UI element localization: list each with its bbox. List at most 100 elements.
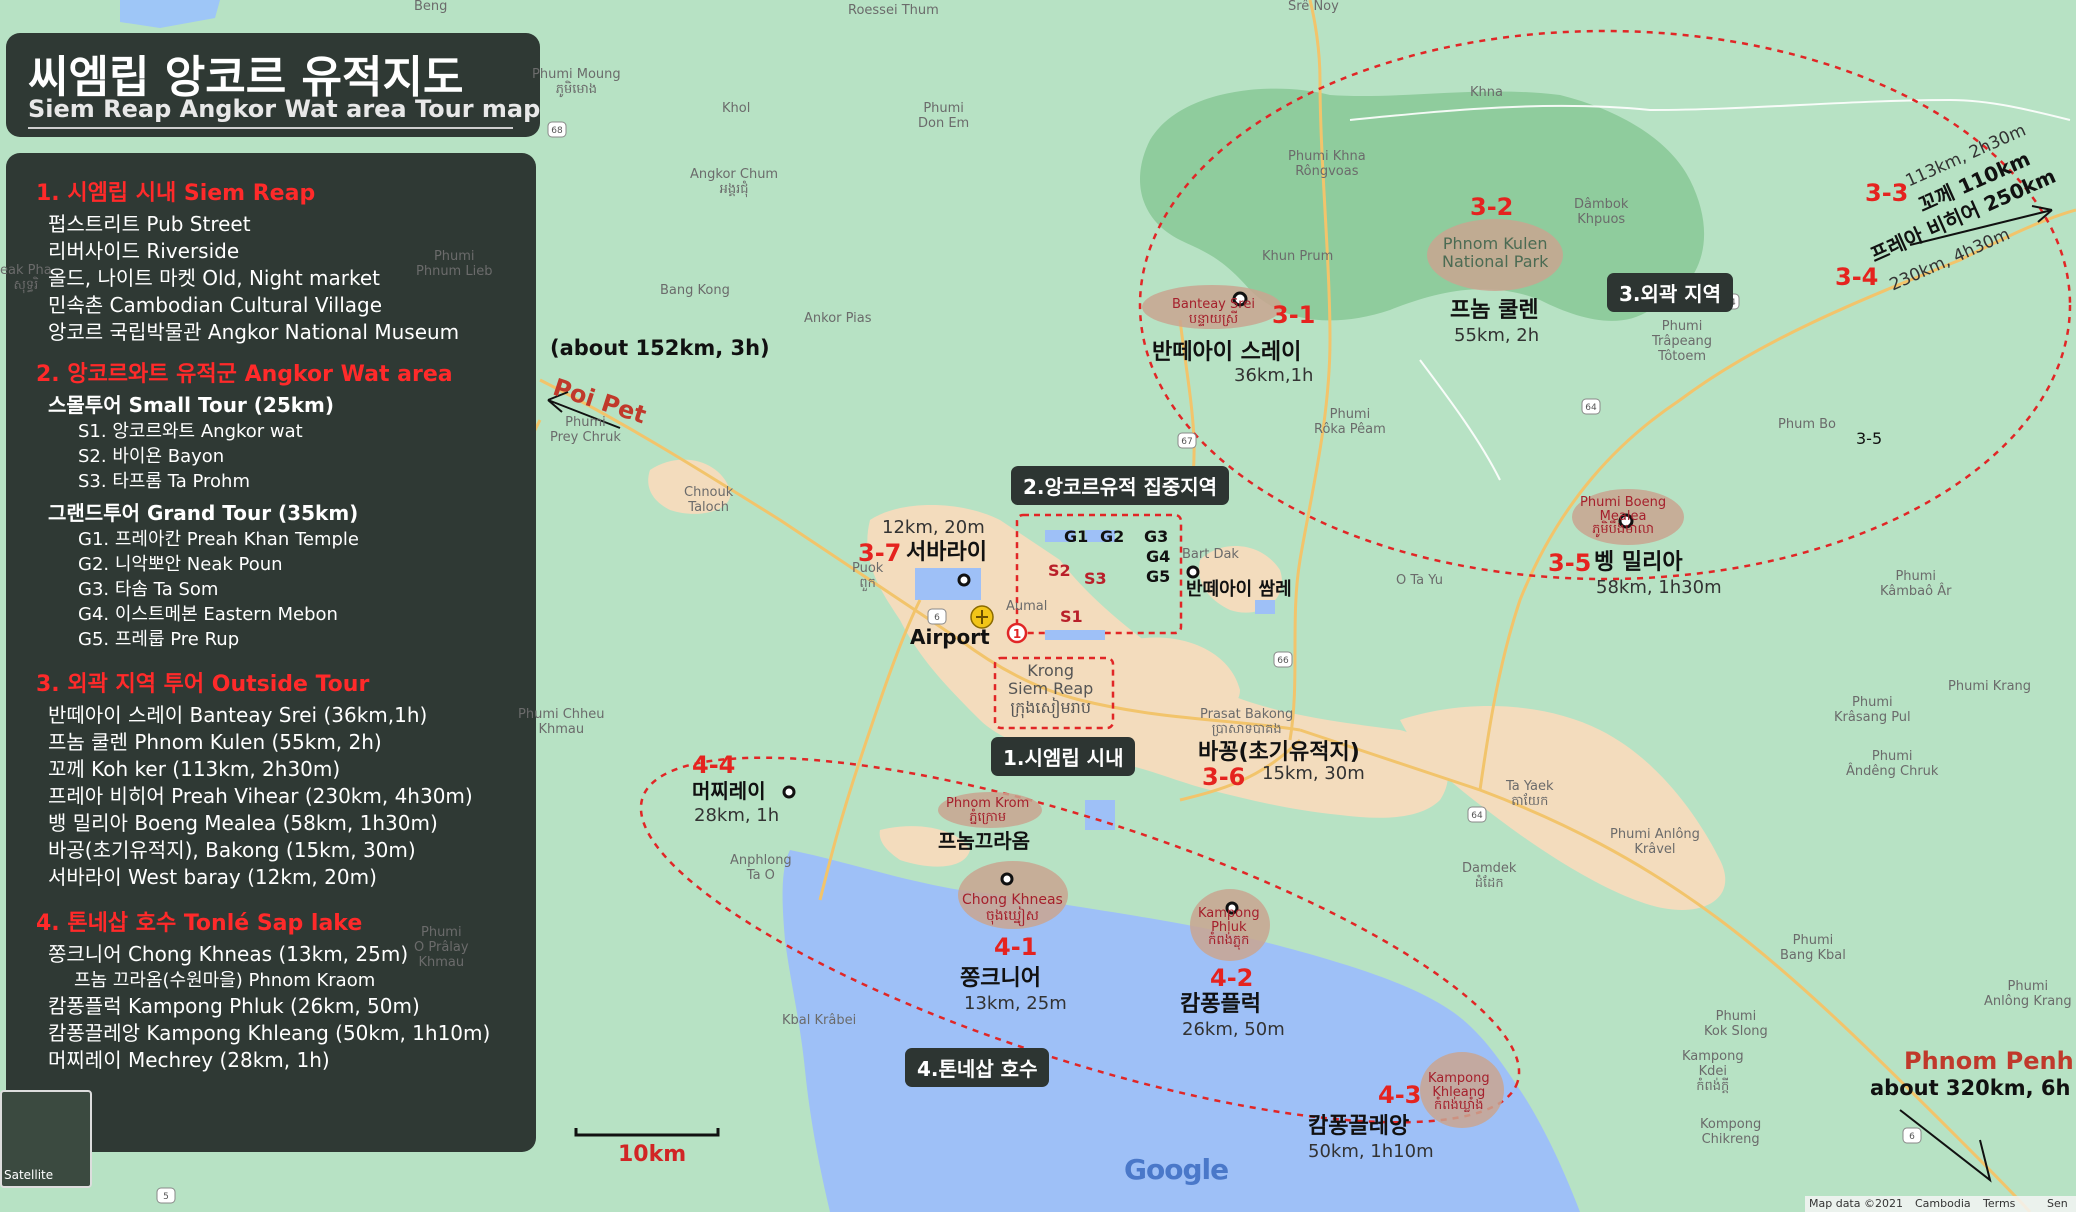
place-label: Phumi Trâpeang Tôtoem: [1652, 319, 1713, 364]
attribution-mapdata: Map data ©2021: [1809, 1197, 1903, 1210]
poipet-distance: (about 152km, 3h): [550, 336, 770, 360]
place-label: Phumi Don Em: [918, 101, 970, 131]
place-label: Khun Prum: [1262, 249, 1334, 264]
place-label: Phumi Anlông Krâvel: [1610, 827, 1700, 857]
place-label: Roessei Thum: [848, 3, 939, 18]
legend-item: 꼬께 Koh ker (113km, 2h30m): [48, 757, 341, 781]
legend-item: 머찌레이 Mechrey (28km, 1h): [48, 1048, 330, 1072]
legend-item: S1. 앙코르와트 Angkor wat: [78, 421, 303, 442]
place-label: Anphlong Ta O: [730, 853, 792, 883]
kampong-phluk-map-label: Kampong Phluk កំពង់ភ្លុក: [1198, 906, 1260, 949]
google-logo: Google: [1124, 1153, 1229, 1186]
phnom-kulen-name: 프놈 쿨렌: [1450, 298, 1539, 323]
place-label: Aumal: [1006, 599, 1048, 614]
legend-heading-siem-reap: 1. 시엠립 시내 Siem Reap: [36, 181, 316, 206]
legend-item: 바공(초기유적지), Bakong (15km, 30m): [48, 838, 416, 862]
legend-item: 앙코르 국립박물관 Angkor National Museum: [48, 320, 460, 344]
temple-code: G1: [1064, 527, 1089, 546]
banteay-srei-map-label: Banteay Srei បន្ទាយស្រី: [1172, 297, 1255, 327]
road-shield: 5: [156, 1187, 176, 1204]
place-label: Kbal Krâbei: [782, 1013, 857, 1028]
place-label: Phumi Kâmbaô Âr: [1880, 569, 1952, 599]
site-3-6-number: 3-6: [1202, 763, 1246, 791]
svg-text:66: 66: [1277, 656, 1289, 666]
legend-item: 프놈 끄라옴(수원마을) Phnom Kraom: [74, 970, 376, 991]
beng-mealea-name: 벵 밀리아: [1594, 550, 1683, 575]
site-3-3-number: 3-3: [1865, 179, 1909, 207]
place-label: Srê Noy: [1288, 0, 1339, 14]
road-shield: 64: [1467, 806, 1487, 823]
place-label: Phum Bo: [1778, 417, 1836, 432]
legend-item: 반떼아이 스레이 Banteay Srei (36km,1h): [48, 703, 428, 727]
place-label: Kompong Chikreng: [1700, 1117, 1762, 1147]
temple-code: G3: [1144, 527, 1169, 546]
place-label: Phumi Rôka Pêam: [1314, 407, 1386, 437]
legend-heading-angkor: 2. 앙코르와트 유적군 Angkor Wat area: [36, 362, 453, 387]
legend-item: 프놈 쿨렌 Phnom Kulen (55km, 2h): [48, 730, 382, 754]
legend-item: 서바라이 West baray (12km, 20m): [48, 865, 377, 889]
svg-text:5: 5: [163, 1192, 169, 1202]
place-label: Bart Dak: [1182, 547, 1239, 562]
phnom-penh-distance: about 320km, 6h: [1870, 1076, 2071, 1100]
road-shield: 64: [1581, 398, 1601, 415]
attribution-terms[interactable]: Terms: [1983, 1197, 2015, 1210]
svg-text:64: 64: [1585, 403, 1597, 413]
place-label: Beng: [414, 0, 448, 14]
banteay-srei-dist: 36km,1h: [1234, 365, 1314, 386]
banteay-samre-dot: [1186, 565, 1200, 579]
place-label: Angkor Chum អង្គរជុំ: [690, 167, 779, 197]
legend-item: 민속촌 Cambodian Cultural Village: [48, 293, 383, 317]
attribution-bar: Map data ©2021 Cambodia Terms Sen: [1805, 1196, 2076, 1212]
road-shield: 66: [1273, 651, 1293, 668]
site-3-5-number: 3-5: [1548, 549, 1592, 577]
place-label: Phumi Prey Chruk: [550, 415, 621, 445]
legend-item: 뱅 밀리아 Boeng Mealea (58km, 1h30m): [48, 811, 438, 835]
phnom-penh-name: Phnom Penh: [1904, 1047, 2074, 1075]
place-label: Phumi Krang: [1948, 679, 2032, 694]
region-tag-siem-reap: 1.시엠립 시내: [991, 737, 1136, 776]
beng-mealea-map-label: Phumi Boeng Mealea ភូមិបឹងមាលា: [1580, 495, 1667, 538]
place-label: Phumi Ândêng Chruk: [1846, 749, 1939, 779]
legend-item: S2. 바이욘 Bayon: [78, 446, 225, 467]
svg-text:6: 6: [934, 613, 940, 623]
kampong-khleang-map-label: Kampong Khleang កំពង់ឃ្លាំង: [1428, 1071, 1490, 1114]
satellite-toggle[interactable]: Satellite: [0, 1090, 92, 1188]
region-tag-outside: 3.외곽 지역: [1607, 273, 1734, 312]
place-label: Phumi O Prâlay Khmau: [414, 925, 469, 970]
legend-item: G1. 프레아칸 Preah Khan Temple: [78, 529, 360, 550]
temple-code: S3: [1084, 569, 1107, 588]
svg-text:1: 1: [1013, 627, 1021, 641]
site-3-2-number: 3-2: [1470, 193, 1514, 221]
place-label: Prasat Bakong ប្រាសាទបាគង: [1200, 707, 1294, 737]
place-label: Kampong Kdei កំពង់ក្តី: [1682, 1049, 1744, 1094]
legend-item: G4. 이스트메본 Eastern Mebon: [78, 604, 338, 625]
beng-mealea-dist: 58km, 1h30m: [1596, 577, 1722, 598]
place-label: Phumi Moung ភូមិមោង: [532, 67, 621, 97]
attribution-send[interactable]: Sen: [2047, 1197, 2068, 1210]
west-baray-dist: 12km, 20m: [882, 517, 985, 538]
kampong-phluk-name: 캄퐁플럭: [1180, 992, 1261, 1017]
mechrey-dist: 28km, 1h: [694, 805, 780, 826]
site-4-3-number: 4-3: [1378, 1081, 1422, 1109]
mechrey-dot: [782, 785, 796, 799]
west-baray-dot: [957, 573, 971, 587]
site-3-4-number: 3-4: [1835, 263, 1879, 291]
kampong-khleang-name: 캄퐁끌레앙: [1308, 1114, 1410, 1139]
airport-label: Airport: [910, 625, 990, 649]
phnom-krom-name: 프놈끄라옴: [938, 829, 1030, 853]
svg-text:68: 68: [551, 126, 563, 136]
mechrey-name: 머찌레이: [692, 779, 766, 803]
road-shield: 6: [927, 608, 947, 625]
legend-panel: 1. 시엠립 시내 Siem Reap 펍스트리트 Pub Street 리버사…: [6, 153, 536, 1152]
phnom-kulen-map-label: Phnom Kulen National Park: [1442, 234, 1549, 272]
legend-item: G3. 타솜 Ta Som: [78, 579, 219, 600]
site-4-2-number: 4-2: [1210, 964, 1254, 992]
chong-khneas-dot: [1000, 872, 1014, 886]
legend-item: 캄퐁플럭 Kampong Phluk (26km, 50m): [48, 994, 420, 1018]
place-label: Phumi Phnum Lieb: [416, 249, 493, 279]
place-label: Phumi Kok Slong: [1704, 1009, 1768, 1039]
svg-text:6: 6: [1909, 1132, 1915, 1142]
place-label: Damdek ដំដែក: [1462, 861, 1517, 891]
legend-item: G2. 니악뽀안 Neak Poun: [78, 554, 283, 575]
chong-khneas-dist: 13km, 25m: [964, 993, 1067, 1014]
